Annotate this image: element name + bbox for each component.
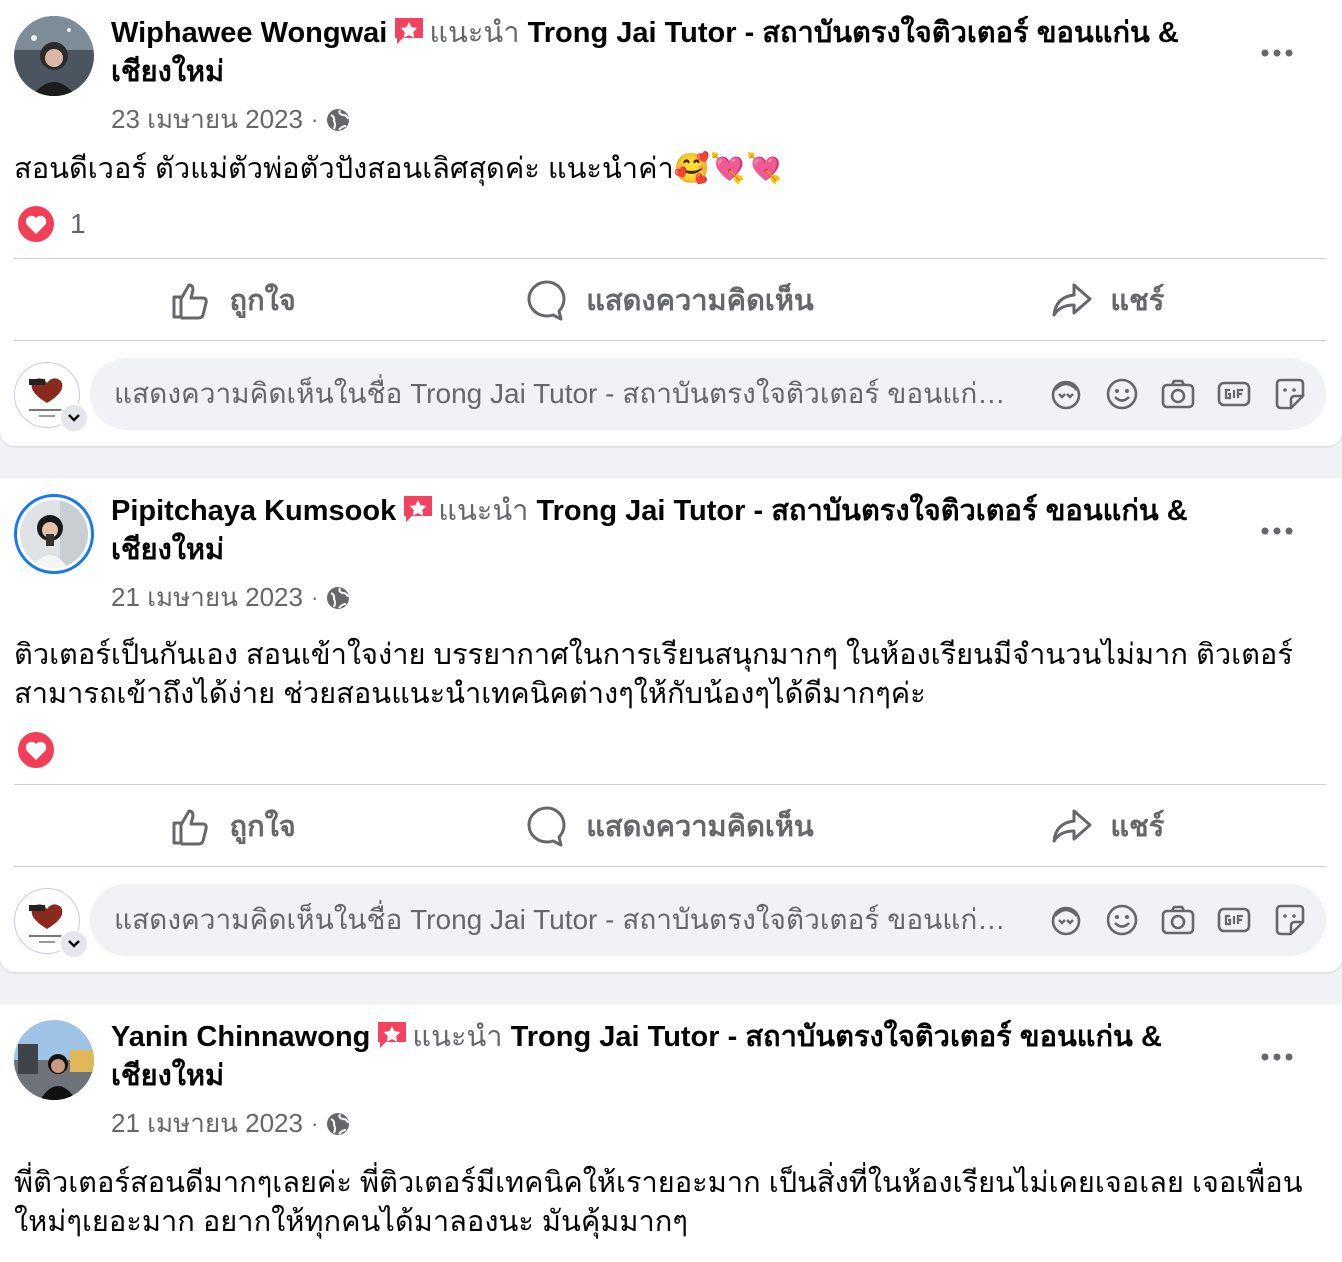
- author-name[interactable]: Yanin Chinnawong: [111, 1021, 370, 1053]
- emoji-icon[interactable]: [1104, 376, 1140, 412]
- chevron-down-icon[interactable]: [59, 403, 89, 433]
- recommend-label: แนะนำ: [438, 495, 529, 527]
- author-name[interactable]: Wiphawee Wongwai: [111, 17, 387, 49]
- comment-bubble-icon: [527, 806, 566, 847]
- comment-composer[interactable]: แสดงความคิดเห็นในชื่อ Trong Jai Tutor - …: [90, 358, 1326, 430]
- post-header: Pipitchaya Kumsook แนะนำ Trong Jai Tutor …: [111, 492, 1221, 570]
- comment-composer[interactable]: แสดงความคิดเห็นในชื่อ Trong Jai Tutor - …: [90, 884, 1326, 956]
- composer-placeholder[interactable]: แสดงความคิดเห็นในชื่อ Trong Jai Tutor - …: [114, 358, 1024, 430]
- love-reaction-icon: [16, 204, 56, 244]
- share-label: แชร์: [1110, 811, 1165, 843]
- comment-label: แสดงความคิดเห็น: [586, 811, 814, 843]
- divider: [14, 340, 1326, 341]
- separator: ·: [310, 106, 319, 132]
- action-bar: ถูกใจ แสดงความคิดเห็น แชร์: [14, 786, 1326, 866]
- share-arrow-icon: [1052, 809, 1092, 843]
- avatar-sticker-icon[interactable]: [1048, 376, 1084, 412]
- share-button[interactable]: แชร์: [889, 786, 1326, 866]
- share-label: แชร์: [1110, 285, 1165, 317]
- more-options-icon[interactable]: [1260, 514, 1294, 548]
- author-avatar[interactable]: [14, 1020, 94, 1100]
- post-card: Pipitchaya Kumsook แนะนำ Trong Jai Tutor …: [0, 478, 1342, 972]
- like-label: ถูกใจ: [229, 811, 296, 843]
- recommend-badge-icon: [376, 1020, 408, 1050]
- gif-icon[interactable]: [1216, 376, 1252, 412]
- separator: ·: [310, 1110, 319, 1136]
- like-button[interactable]: ถูกใจ: [14, 786, 451, 866]
- globe-icon: [326, 108, 350, 132]
- action-bar: ถูกใจ แสดงความคิดเห็น แชร์: [14, 260, 1326, 340]
- share-button[interactable]: แชร์: [889, 260, 1326, 340]
- comment-button[interactable]: แสดงความคิดเห็น: [451, 260, 888, 340]
- more-options-icon[interactable]: [1260, 1040, 1294, 1074]
- comment-label: แสดงความคิดเห็น: [586, 285, 814, 317]
- post-meta: 21 เมษายน 2023 ·: [111, 577, 350, 618]
- more-options-icon[interactable]: [1260, 36, 1294, 70]
- camera-icon[interactable]: [1160, 376, 1196, 412]
- post-header: Yanin Chinnawong แนะนำ Trong Jai Tutor - …: [111, 1018, 1221, 1096]
- reaction-summary[interactable]: [16, 730, 70, 770]
- gif-icon[interactable]: [1216, 902, 1252, 938]
- composer-tools: [1048, 358, 1308, 430]
- share-arrow-icon: [1052, 283, 1092, 317]
- author-name[interactable]: Pipitchaya Kumsook: [111, 495, 396, 527]
- post-meta: 21 เมษายน 2023 ·: [111, 1103, 350, 1144]
- chevron-down-icon[interactable]: [59, 929, 89, 959]
- thumbs-up-icon: [172, 283, 208, 320]
- composer-placeholder[interactable]: แสดงความคิดเห็นในชื่อ Trong Jai Tutor - …: [114, 884, 1024, 956]
- emoji-icon[interactable]: [1104, 902, 1140, 938]
- like-button[interactable]: ถูกใจ: [14, 260, 451, 340]
- post-header: Wiphawee Wongwai แนะนำ Trong Jai Tutor - …: [111, 14, 1221, 92]
- recommend-badge-icon: [393, 16, 425, 46]
- love-reaction-icon: [16, 730, 56, 770]
- post-date[interactable]: 23 เมษายน 2023: [111, 99, 303, 140]
- post-text: สอนดีเวอร์ ตัวแม่ตัวพ่อตัวปังสอนเลิศสุดค…: [14, 153, 783, 185]
- comment-button[interactable]: แสดงความคิดเห็น: [451, 786, 888, 866]
- divider: [14, 784, 1326, 785]
- page-avatar[interactable]: [14, 888, 89, 959]
- post-meta: 23 เมษายน 2023 ·: [111, 99, 350, 140]
- page-avatar[interactable]: [14, 362, 89, 433]
- like-label: ถูกใจ: [229, 285, 296, 317]
- reaction-summary[interactable]: 1: [16, 204, 86, 244]
- avatar-sticker-icon[interactable]: [1048, 902, 1084, 938]
- reaction-count: 1: [70, 208, 86, 239]
- sticker-icon[interactable]: [1272, 376, 1308, 412]
- author-avatar[interactable]: [14, 494, 94, 574]
- composer-tools: [1048, 884, 1308, 956]
- recommend-label: แนะนำ: [412, 1021, 503, 1053]
- post-text: พี่ติวเตอร์สอนดีมากๆเลยค่ะ พี่ติวเตอร์มี…: [14, 1167, 1303, 1238]
- recommend-badge-icon: [402, 494, 434, 524]
- globe-icon: [326, 1112, 350, 1136]
- comment-bubble-icon: [527, 280, 566, 321]
- divider: [14, 258, 1326, 259]
- sticker-icon[interactable]: [1272, 902, 1308, 938]
- post-card: Yanin Chinnawong แนะนำ Trong Jai Tutor - …: [0, 1004, 1342, 1262]
- separator: ·: [310, 584, 319, 610]
- divider: [14, 866, 1326, 867]
- post-card: Wiphawee Wongwai แนะนำ Trong Jai Tutor - …: [0, 0, 1342, 446]
- camera-icon[interactable]: [1160, 902, 1196, 938]
- post-date[interactable]: 21 เมษายน 2023: [111, 577, 303, 618]
- post-date[interactable]: 21 เมษายน 2023: [111, 1103, 303, 1144]
- thumbs-up-icon: [172, 809, 208, 846]
- recommend-label: แนะนำ: [429, 17, 520, 49]
- author-avatar[interactable]: [14, 16, 94, 96]
- globe-icon: [326, 586, 350, 610]
- post-text: ติวเตอร์เป็นกันเอง สอนเข้าใจง่าย บรรยากา…: [14, 639, 1293, 710]
